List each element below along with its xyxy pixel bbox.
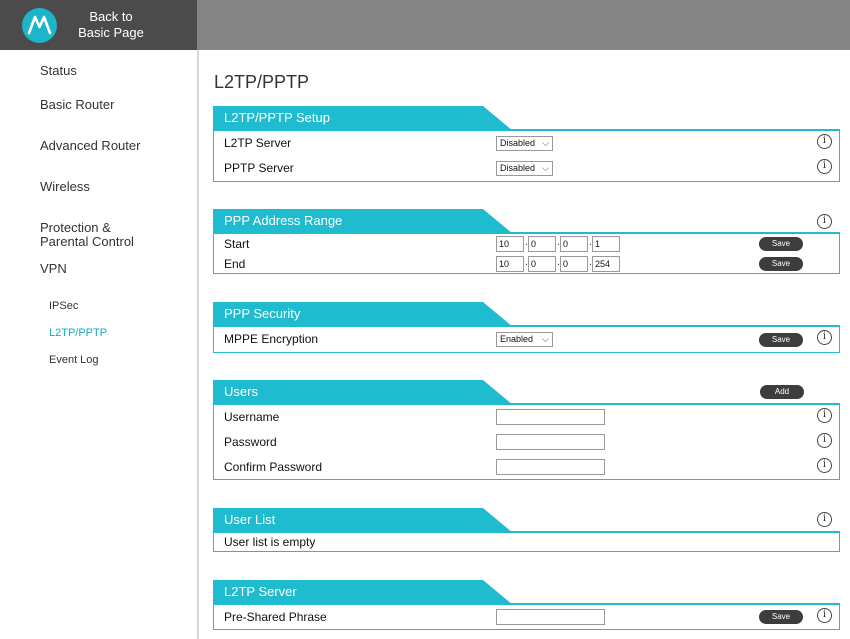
save-security-button[interactable]: Save [759,333,803,347]
sidebar-item-advanced-router[interactable]: Advanced Router [40,139,140,153]
setup-section: L2TP/PPTP Setup L2TP Server Disabled ⌵ i… [213,106,840,182]
users-section: Users Add Username i Password i Confirm … [213,380,840,480]
end-ip-octet-1[interactable]: 10 [496,256,524,272]
end-ip-octet-2[interactable]: 0 [528,256,556,272]
user-list-section: User List i User list is empty [213,508,840,552]
sidebar-item-wireless[interactable]: Wireless [40,180,90,194]
l2tp-server-row: L2TP Server Disabled ⌵ i [214,131,839,156]
confirm-password-label: Confirm Password [224,460,323,474]
sidebar: Status Basic Router Advanced Router Wire… [0,50,199,639]
range-start-label: Start [224,237,250,251]
start-ip-octet-4[interactable]: 1 [592,236,620,252]
pptp-server-row: PPTP Server Disabled ⌵ i [214,156,839,181]
end-ip-octet-3[interactable]: 0 [560,256,588,272]
header-left: Back to Basic Page [0,0,197,50]
security-section-title: PPP Security [224,306,301,321]
pre-shared-phrase-input[interactable] [496,609,605,625]
chevron-down-icon: ⌵ [542,138,549,148]
info-icon[interactable]: i [817,408,832,423]
save-range-end-button[interactable]: Save [759,257,803,271]
users-section-title: Users [224,384,258,399]
chevron-down-icon: ⌵ [542,334,549,344]
pptp-server-select[interactable]: Disabled ⌵ [496,161,553,176]
info-icon[interactable]: i [817,608,832,623]
setup-section-title: L2TP/PPTP Setup [224,110,330,125]
sidebar-item-status[interactable]: Status [40,64,77,78]
username-label: Username [224,410,280,424]
start-ip-octet-3[interactable]: 0 [560,236,588,252]
motorola-logo-icon[interactable] [22,8,57,43]
user-list-title: User List [224,512,276,527]
start-ip-octet-2[interactable]: 0 [528,236,556,252]
pre-shared-phrase-label: Pre-Shared Phrase [224,610,327,624]
back-to-basic-page-link[interactable]: Back to Basic Page [66,9,156,41]
header-bar [197,0,850,50]
sidebar-subitem-event-log[interactable]: Event Log [49,354,99,366]
start-ip-octet-1[interactable]: 10 [496,236,524,252]
save-range-start-button[interactable]: Save [759,237,803,251]
sidebar-item-vpn[interactable]: VPN [40,262,67,276]
sidebar-subitem-ipsec[interactable]: IPSec [49,300,78,312]
password-label: Password [224,435,277,449]
password-input[interactable] [496,434,605,450]
add-user-button[interactable]: Add [760,385,804,399]
save-phrase-button[interactable]: Save [759,610,803,624]
confirm-password-input[interactable] [496,459,605,475]
info-icon[interactable]: i [817,134,832,149]
confirm-password-row: Confirm Password i [214,455,839,480]
end-ip-octet-4[interactable]: 254 [592,256,620,272]
sidebar-item-protection-line1: Protection & [40,220,111,235]
range-end-label: End [224,257,246,271]
security-section: PPP Security MPPE Encryption Enabled ⌵ S… [213,302,840,353]
l2tp-server-section-title: L2TP Server [224,584,297,599]
info-icon[interactable]: i [817,330,832,345]
pptp-server-label: PPTP Server [224,161,294,175]
chevron-down-icon: ⌵ [542,163,549,173]
sidebar-item-basic-router[interactable]: Basic Router [40,98,114,112]
address-range-title: PPP Address Range [224,213,343,228]
sidebar-item-protection[interactable]: Protection & Parental Control [40,221,134,249]
username-row: Username i [214,405,839,430]
info-icon[interactable]: i [817,433,832,448]
sidebar-subitem-l2tp-pptp[interactable]: L2TP/PPTP [49,327,107,339]
setup-section-header: L2TP/PPTP Setup [213,106,840,131]
username-input[interactable] [496,409,605,425]
info-icon[interactable]: i [817,214,832,229]
info-icon[interactable]: i [817,159,832,174]
mppe-label: MPPE Encryption [224,332,319,346]
info-icon[interactable]: i [817,512,832,527]
l2tp-server-select[interactable]: Disabled ⌵ [496,136,553,151]
l2tp-server-label: L2TP Server [224,136,292,150]
user-list-empty-row: User list is empty [214,533,839,552]
page-title: L2TP/PPTP [214,72,310,92]
user-list-empty-text: User list is empty [224,535,316,549]
info-icon[interactable]: i [817,458,832,473]
range-end-row: End 10 . 0 . 0 . 254 Save [214,254,839,274]
l2tp-server-section: L2TP Server Pre-Shared Phrase Save i [213,580,840,630]
mppe-row: MPPE Encryption Enabled ⌵ Save i [214,327,839,352]
back-line-1: Back to [89,9,133,24]
back-line-2: Basic Page [78,25,144,40]
sidebar-item-protection-line2: Parental Control [40,234,134,249]
address-range-section: PPP Address Range i Start 10 . 0 . 0 . 1… [213,209,840,274]
range-start-row: Start 10 . 0 . 0 . 1 Save [214,234,839,254]
pre-shared-phrase-row: Pre-Shared Phrase Save i [214,605,839,630]
password-row: Password i [214,430,839,455]
mppe-encryption-select[interactable]: Enabled ⌵ [496,332,553,347]
